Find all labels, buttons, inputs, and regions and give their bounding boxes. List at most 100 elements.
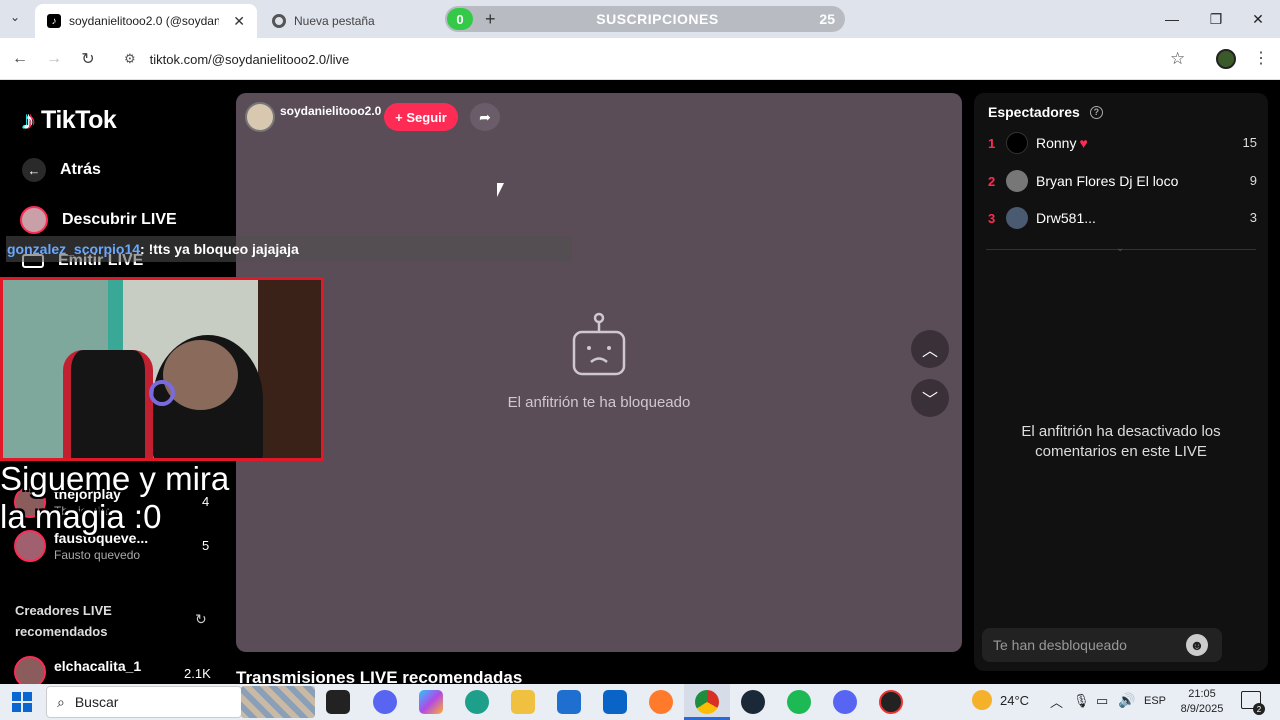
notification-count: 2	[1253, 703, 1265, 715]
creator-sub: Fausto quevedo	[54, 548, 141, 562]
viewer-row[interactable]: 3 Drw581...	[988, 206, 1258, 230]
mouse-cursor-icon	[497, 183, 504, 197]
chrome-favicon-icon	[272, 14, 286, 28]
tab-bar: ⌄ ♪ soydanielitooo2.0 (@soydanielit ✕ Nu…	[0, 0, 1280, 38]
close-tab-icon[interactable]: ✕	[233, 13, 245, 30]
chat-overlay: gonzalez_scorpio14 : !tts ya bloqueo jaj…	[6, 236, 572, 262]
emoji-icon[interactable]: ☻	[1186, 634, 1208, 656]
outlook-icon[interactable]	[603, 690, 627, 714]
avatar	[1006, 207, 1028, 229]
subscriptions-widget[interactable]: 0 + SUSCRIPCIONES 25	[445, 6, 845, 32]
viewer-rank: 2	[988, 173, 996, 189]
tab-title: soydanielitooo2.0 (@soydanielit	[69, 14, 219, 28]
url-field[interactable]: ⚙ tiktok.com/@soydanielitooo2.0/live	[112, 44, 1202, 74]
blocked-message: El anfitrión te ha bloqueado	[507, 394, 691, 411]
tab-tiktok[interactable]: ♪ soydanielitooo2.0 (@soydanielit ✕	[35, 4, 257, 38]
subscriptions-count: 25	[819, 11, 835, 27]
follow-button[interactable]: + Seguir	[384, 103, 458, 131]
headphones-icon	[149, 380, 175, 406]
viewer-rank: 3	[988, 210, 996, 226]
discord-ptb-icon[interactable]	[833, 690, 857, 714]
firefox-icon[interactable]	[649, 690, 673, 714]
viewer-name: Ronny	[1036, 135, 1077, 151]
forward-icon[interactable]: →	[43, 48, 65, 70]
refresh-icon[interactable]: ↻	[195, 611, 207, 628]
close-window-icon[interactable]: ✕	[1236, 0, 1280, 38]
viewers-header: Espectadores ?	[988, 104, 1103, 120]
avatar	[20, 206, 48, 234]
spotify-icon[interactable]	[787, 690, 811, 714]
discover-live-link[interactable]: Descubrir LIVE	[20, 206, 177, 234]
next-live-button[interactable]: ﹀	[911, 379, 949, 417]
recommended-lives-heading: Transmisiones LIVE recomendadas	[236, 668, 523, 684]
file-explorer-icon[interactable]	[511, 690, 535, 714]
viewer-row[interactable]: 2 Bryan Flores Dj El loco	[988, 169, 1258, 193]
tiktok-logo[interactable]: ♪ TikTok	[22, 105, 117, 136]
comments-disabled-message: El anfitrión ha desactivado los comentar…	[1021, 423, 1221, 460]
stream-caption: Sigueme y mira la magia :0	[0, 460, 230, 535]
gaming-chair	[63, 350, 153, 458]
maximize-icon[interactable]: ❐	[1194, 0, 1238, 38]
windows-start-icon[interactable]	[12, 692, 32, 712]
tiktok-note-icon: ♪	[22, 105, 35, 135]
viewer-score: 3	[1249, 210, 1257, 225]
share-icon[interactable]: ➦	[470, 103, 500, 131]
tray-chevron-icon[interactable]: ︿	[1050, 692, 1063, 711]
host-name[interactable]: soydanielitooo2.0	[280, 104, 381, 118]
viewer-score: 9	[1249, 173, 1257, 188]
logo-text: TikTok	[41, 106, 117, 134]
minimize-icon[interactable]: —	[1150, 0, 1194, 38]
obs-icon[interactable]	[879, 690, 903, 714]
avatar	[1006, 132, 1028, 154]
discord-icon[interactable]	[373, 690, 397, 714]
url-text: tiktok.com/@soydanielitooo2.0/live	[149, 51, 350, 67]
search-highlight-image[interactable]	[241, 686, 315, 718]
blocked-robot-icon	[572, 312, 626, 376]
bookmark-star-icon[interactable]: ☆	[1170, 49, 1185, 69]
heart-icon: ♥	[1079, 135, 1088, 151]
chevron-up-icon: ︿	[921, 343, 938, 360]
menu-icon[interactable]: ⋮	[1253, 48, 1269, 68]
chrome-icon[interactable]	[695, 690, 719, 714]
weather-temp[interactable]: 24°C	[1000, 693, 1029, 708]
network-icon[interactable]: ▭	[1096, 693, 1108, 709]
viewers-title: Espectadores	[988, 104, 1080, 120]
clock-time: 21:05	[1188, 688, 1216, 700]
back-label: Atrás	[60, 161, 101, 178]
add-icon[interactable]: +	[485, 9, 496, 30]
back-button[interactable]: ← Atrás	[22, 158, 101, 182]
viewer-row[interactable]: 1 Ronny ♥	[988, 131, 1258, 155]
chat-username: gonzalez_scorpio14	[7, 241, 141, 257]
store-icon[interactable]	[557, 690, 581, 714]
help-icon[interactable]: ?	[1089, 105, 1103, 119]
avatar	[14, 656, 46, 684]
viewer-count: 5	[202, 538, 210, 553]
language-indicator[interactable]: ESP	[1144, 695, 1166, 707]
taskbar-search[interactable]: ⌕ Buscar	[46, 686, 242, 718]
previous-live-button[interactable]: ︿	[911, 330, 949, 368]
viewer-count: 2.1K	[184, 666, 211, 681]
reload-icon[interactable]: ↻	[77, 48, 99, 70]
back-icon[interactable]: ←	[9, 48, 31, 70]
viewer-score: 15	[1242, 135, 1257, 150]
viewer-name: Drw581...	[1036, 210, 1096, 226]
expand-chevron-icon[interactable]: ⌄	[1116, 243, 1124, 254]
discover-label: Descubrir LIVE	[62, 211, 177, 228]
volume-icon[interactable]: 🔊	[1118, 692, 1135, 709]
tiktok-favicon-icon: ♪	[47, 14, 61, 28]
tab-new[interactable]: Nueva pestaña	[260, 4, 440, 38]
clock[interactable]: 21:05 8/9/2025	[1172, 687, 1232, 717]
host-avatar[interactable]	[245, 102, 275, 132]
list-item[interactable]: elchacalita_1 2.1K	[14, 656, 224, 684]
copilot-icon[interactable]	[419, 690, 443, 714]
viewer-rank: 1	[988, 135, 996, 151]
arrow-left-icon: ←	[22, 158, 46, 182]
tab-list-chevron-icon[interactable]: ⌄	[10, 10, 20, 24]
task-view-icon[interactable]	[326, 690, 350, 714]
microphone-icon[interactable]: 🎙	[1073, 693, 1090, 709]
site-info-icon[interactable]: ⚙	[124, 51, 136, 67]
steam-icon[interactable]	[741, 690, 765, 714]
streamer-head	[163, 340, 238, 410]
profile-avatar[interactable]	[1216, 49, 1236, 69]
edge-icon[interactable]	[465, 690, 489, 714]
